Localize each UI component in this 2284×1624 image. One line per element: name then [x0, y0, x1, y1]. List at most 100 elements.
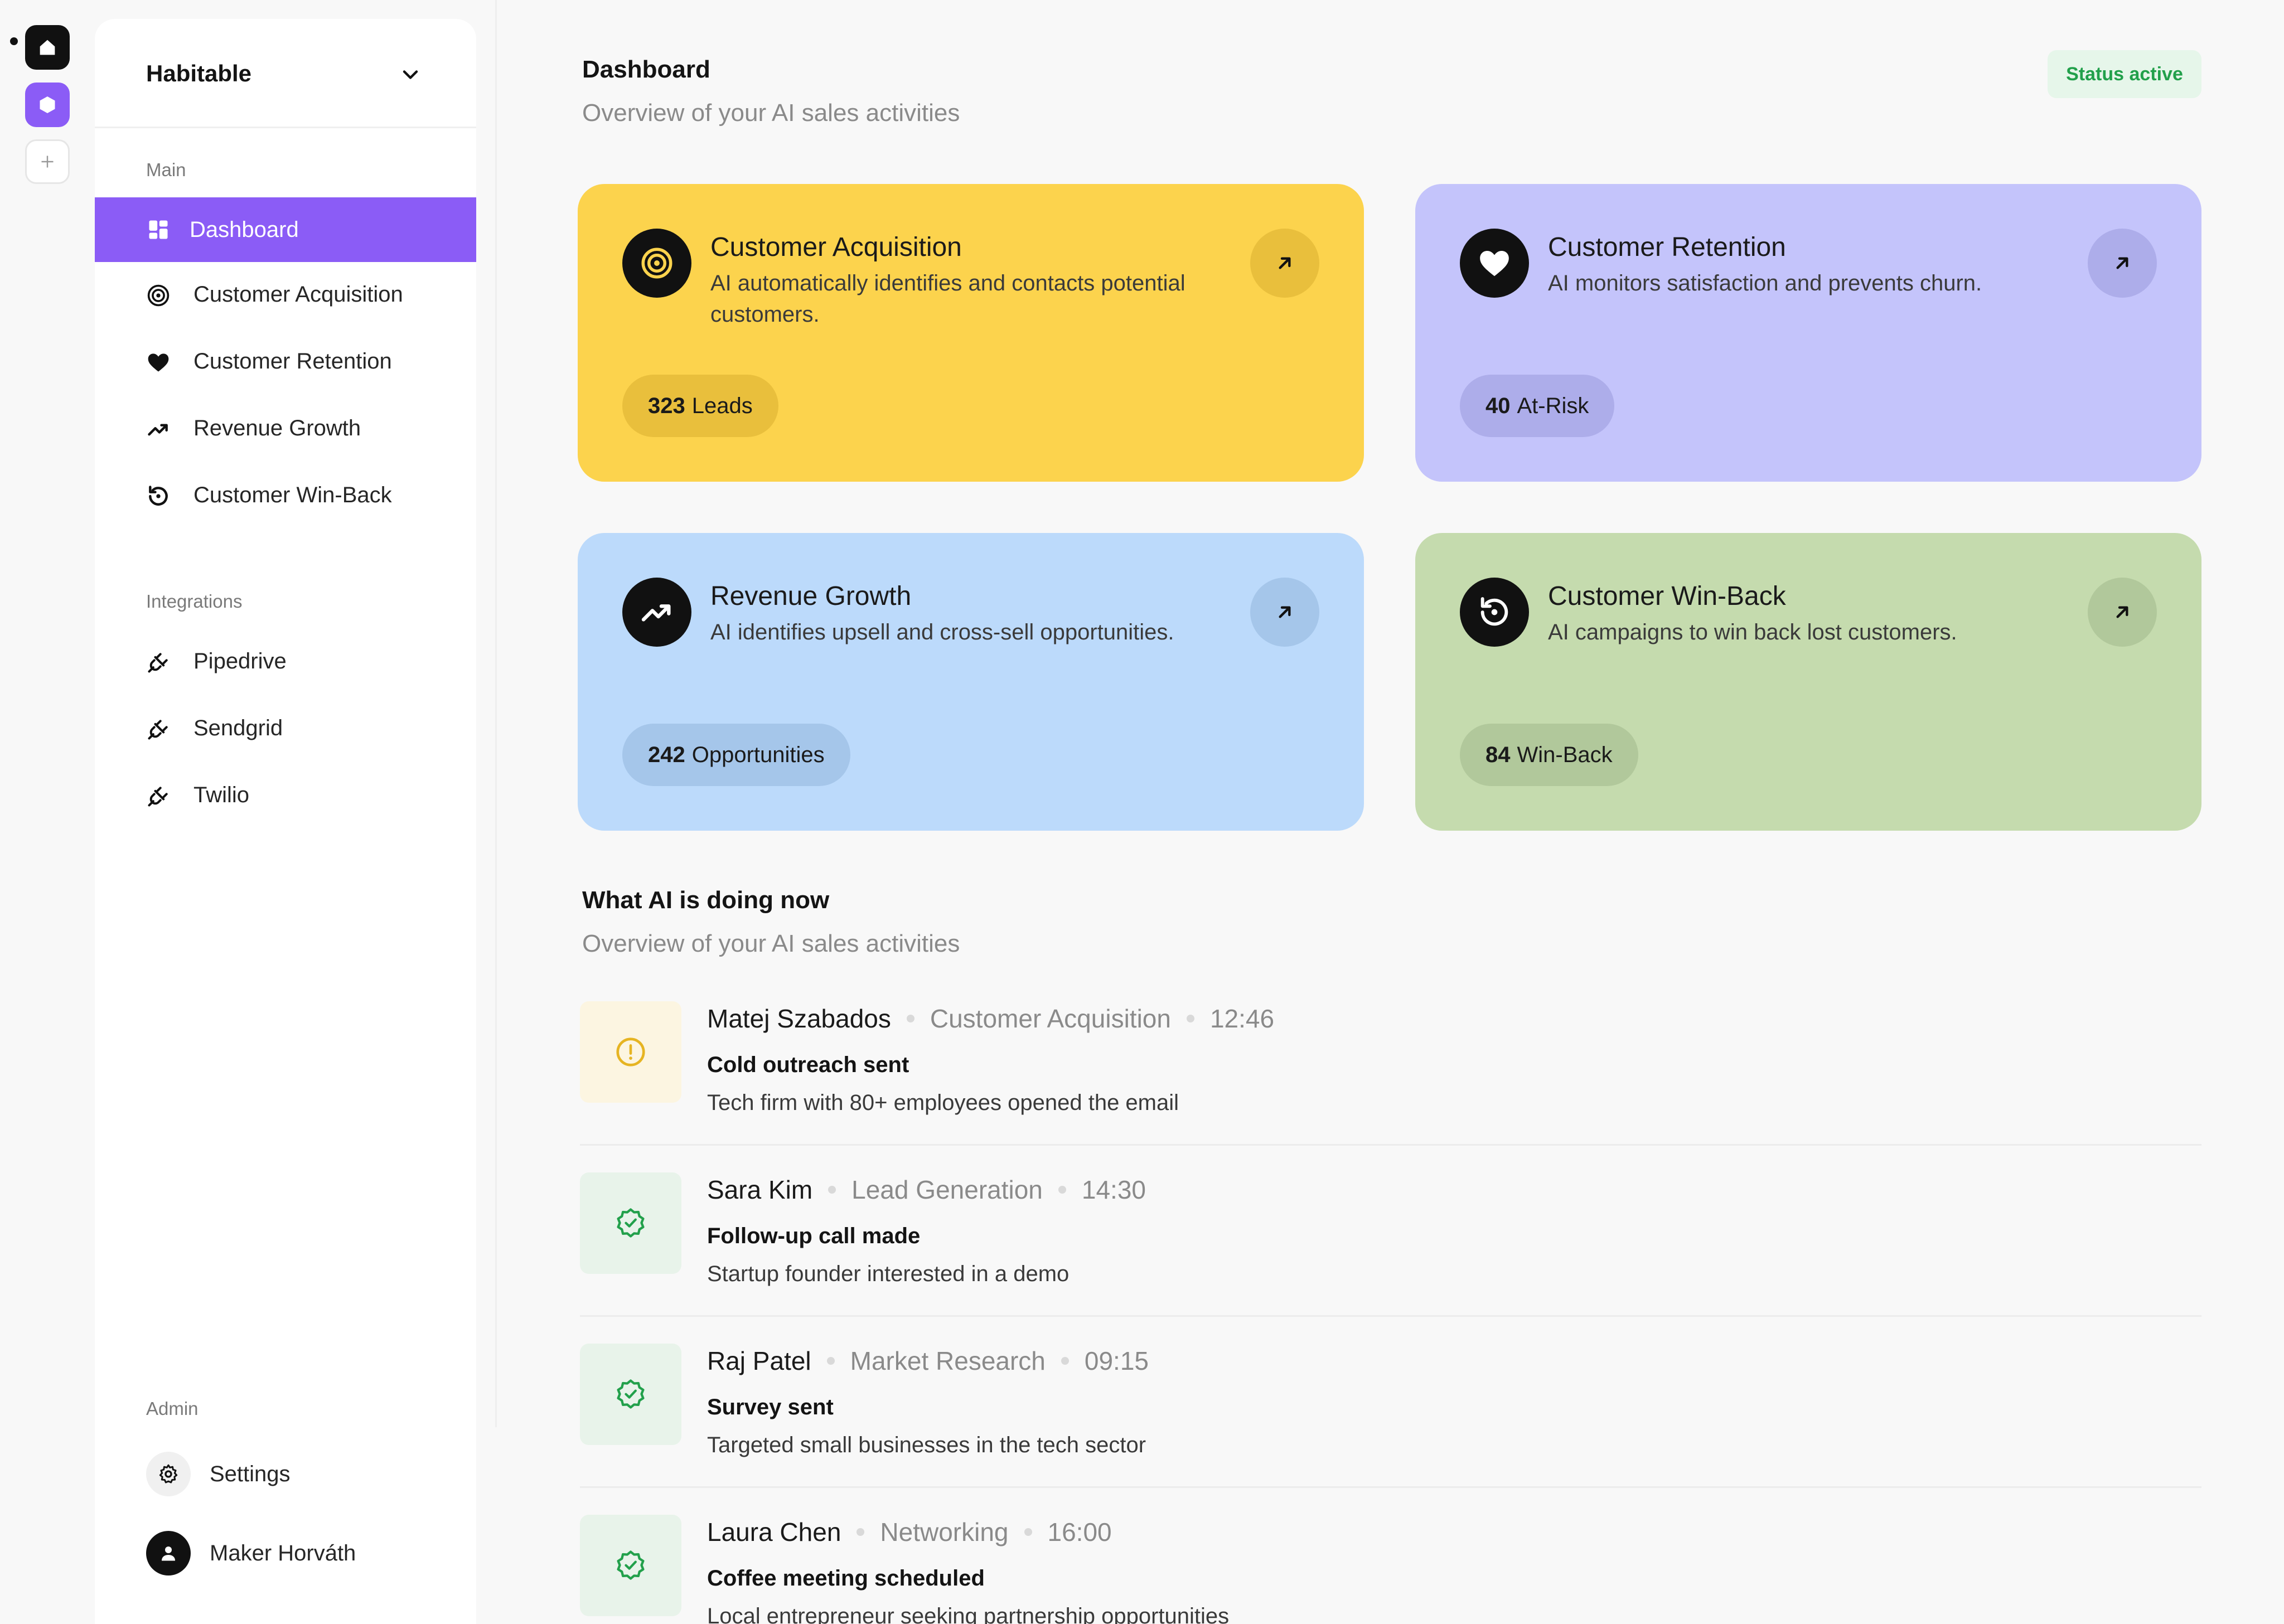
sidebar-item-label: Customer Win-Back	[193, 482, 392, 507]
card-description: AI monitors satisfaction and prevents ch…	[1548, 271, 1982, 295]
plus-icon	[41, 156, 54, 168]
plug-icon	[148, 787, 168, 807]
target-icon	[641, 248, 672, 279]
user-profile-button[interactable]: Maker Horváth	[146, 1530, 458, 1577]
plug-icon	[148, 653, 168, 673]
activity-meta: Matej Szabados Customer Acquisition 12:4…	[707, 1004, 1274, 1034]
sidebar-item-customer-win-back[interactable]: Customer Win-Back	[95, 463, 476, 527]
sidebar-item-sendgrid[interactable]: Sendgrid	[95, 696, 476, 760]
sidebar-item-revenue-growth[interactable]: Revenue Growth	[95, 396, 476, 460]
card-description: AI automatically identifies and contacts…	[710, 271, 1185, 327]
badge-check-icon	[617, 1379, 645, 1409]
page-title: Dashboard	[582, 56, 710, 83]
home-app-button[interactable]	[25, 25, 70, 70]
separator-dot	[826, 1357, 835, 1365]
activity-category: Networking	[880, 1518, 1009, 1547]
sidebar-item-customer-acquisition[interactable]: Customer Acquisition	[95, 262, 476, 327]
separator-dot	[828, 1186, 836, 1194]
heart-icon	[1480, 251, 1509, 277]
settings-icon-wrap	[146, 1452, 191, 1496]
workspace-name: Habitable	[146, 60, 252, 86]
card-open-button[interactable]	[2088, 229, 2157, 298]
card-icon	[1460, 578, 1529, 647]
heart-icon	[148, 353, 169, 372]
section-label-admin: Admin	[146, 1398, 199, 1419]
sidebar-item-label: Customer Acquisition	[193, 282, 403, 307]
card-customer-acquisition[interactable]: Customer Acquisition AI automatically id…	[578, 184, 1364, 482]
card-customer-retention[interactable]: Customer Retention AI monitors satisfact…	[1415, 184, 2201, 482]
grid-icon	[149, 220, 168, 239]
trending-up-icon	[641, 604, 671, 622]
sidebar-item-twilio[interactable]: Twilio	[95, 763, 476, 827]
sidebar-item-label: Twilio	[193, 782, 250, 807]
separator-dot	[1058, 1186, 1066, 1194]
activity-icon-wrap	[580, 1344, 681, 1445]
activity-item[interactable]: Raj Patel Market Research 09:15 Survey s…	[580, 1344, 2201, 1515]
content-divider	[495, 0, 497, 1427]
activity-person: Sara Kim	[707, 1175, 813, 1204]
card-stat-pill: 323 Leads	[622, 375, 778, 437]
activity-meta: Laura Chen Networking 16:00	[707, 1517, 1112, 1547]
activity-title: Cold outreach sent	[707, 1053, 909, 1077]
section-label-integrations: Integrations	[146, 591, 243, 612]
home-icon	[40, 40, 55, 55]
activity-category: Lead Generation	[851, 1175, 1043, 1204]
activity-item[interactable]: Matej Szabados Customer Acquisition 12:4…	[580, 1001, 2201, 1173]
activity-time: 14:30	[1081, 1175, 1146, 1204]
alert-circle-icon	[616, 1038, 645, 1066]
activity-item[interactable]: Sara Kim Lead Generation 14:30 Follow-up…	[580, 1172, 2201, 1344]
activity-description: Local entrepreneur seeking partnership o…	[707, 1604, 1230, 1624]
activity-person: Raj Patel	[707, 1346, 811, 1375]
arrow-up-right-icon	[1279, 606, 1291, 618]
card-stat-count: 323	[648, 393, 685, 418]
activity-time: 09:15	[1084, 1346, 1149, 1375]
divider	[580, 1144, 2201, 1146]
card-stat-count: 40	[1485, 393, 1511, 418]
workspace-app-button[interactable]	[25, 83, 70, 127]
sidebar-item-customer-retention[interactable]: Customer Retention	[95, 329, 476, 394]
card-open-button[interactable]	[1250, 229, 1319, 298]
separator-dot	[906, 1015, 914, 1022]
card-stat-unit: Leads	[691, 393, 753, 418]
workspace-switcher[interactable]: Habitable	[95, 19, 476, 128]
card-title: Customer Acquisition	[710, 232, 962, 262]
separator-dot	[856, 1528, 865, 1536]
activity-description: Tech firm with 80+ employees opened the …	[707, 1090, 1179, 1115]
card-revenue-growth[interactable]: Revenue Growth AI identifies upsell and …	[578, 533, 1364, 831]
activity-time: 16:00	[1047, 1518, 1112, 1547]
settings-label: Settings	[210, 1461, 291, 1486]
settings-button[interactable]: Settings	[146, 1451, 458, 1497]
card-stat-pill: 84 Win-Back	[1460, 724, 1638, 786]
separator-dot	[1186, 1015, 1194, 1022]
activity-icon-wrap	[580, 1172, 681, 1274]
activity-item[interactable]: Laura Chen Networking 16:00 Coffee meeti…	[580, 1515, 2201, 1624]
card-open-button[interactable]	[2088, 578, 2157, 647]
app-rail	[0, 0, 95, 1624]
history-icon	[149, 486, 168, 506]
arrow-up-right-icon	[1279, 257, 1291, 269]
card-stat-count: 242	[648, 742, 685, 767]
activity-section-title: What AI is doing now	[582, 886, 830, 914]
card-open-button[interactable]	[1250, 578, 1319, 647]
activity-section-subtitle: Overview of your AI sales activities	[582, 930, 960, 957]
separator-dot	[1024, 1528, 1032, 1536]
history-icon	[1480, 597, 1508, 626]
arrow-up-right-icon	[2116, 257, 2128, 269]
activity-category: Market Research	[850, 1346, 1046, 1375]
card-icon	[622, 229, 691, 298]
activity-title: Coffee meeting scheduled	[707, 1566, 985, 1591]
arrow-up-right-icon	[2116, 606, 2128, 618]
sidebar-item-dashboard[interactable]: Dashboard	[95, 197, 476, 262]
sidebar-item-pipedrive[interactable]: Pipedrive	[95, 629, 476, 694]
activity-meta: Raj Patel Market Research 09:15	[707, 1346, 1149, 1376]
sidebar-item-label: Revenue Growth	[193, 415, 361, 440]
sidebar-item-label: Dashboard	[190, 217, 299, 242]
activity-icon-wrap	[580, 1515, 681, 1616]
section-label-main: Main	[146, 159, 186, 180]
add-app-button[interactable]	[25, 139, 70, 184]
avatar	[146, 1531, 191, 1575]
card-stat-unit: At-Risk	[1517, 393, 1589, 418]
activity-person: Matej Szabados	[707, 1004, 891, 1033]
chevron-down-icon	[403, 70, 418, 79]
card-customer-win-back[interactable]: Customer Win-Back AI campaigns to win ba…	[1415, 533, 2201, 831]
